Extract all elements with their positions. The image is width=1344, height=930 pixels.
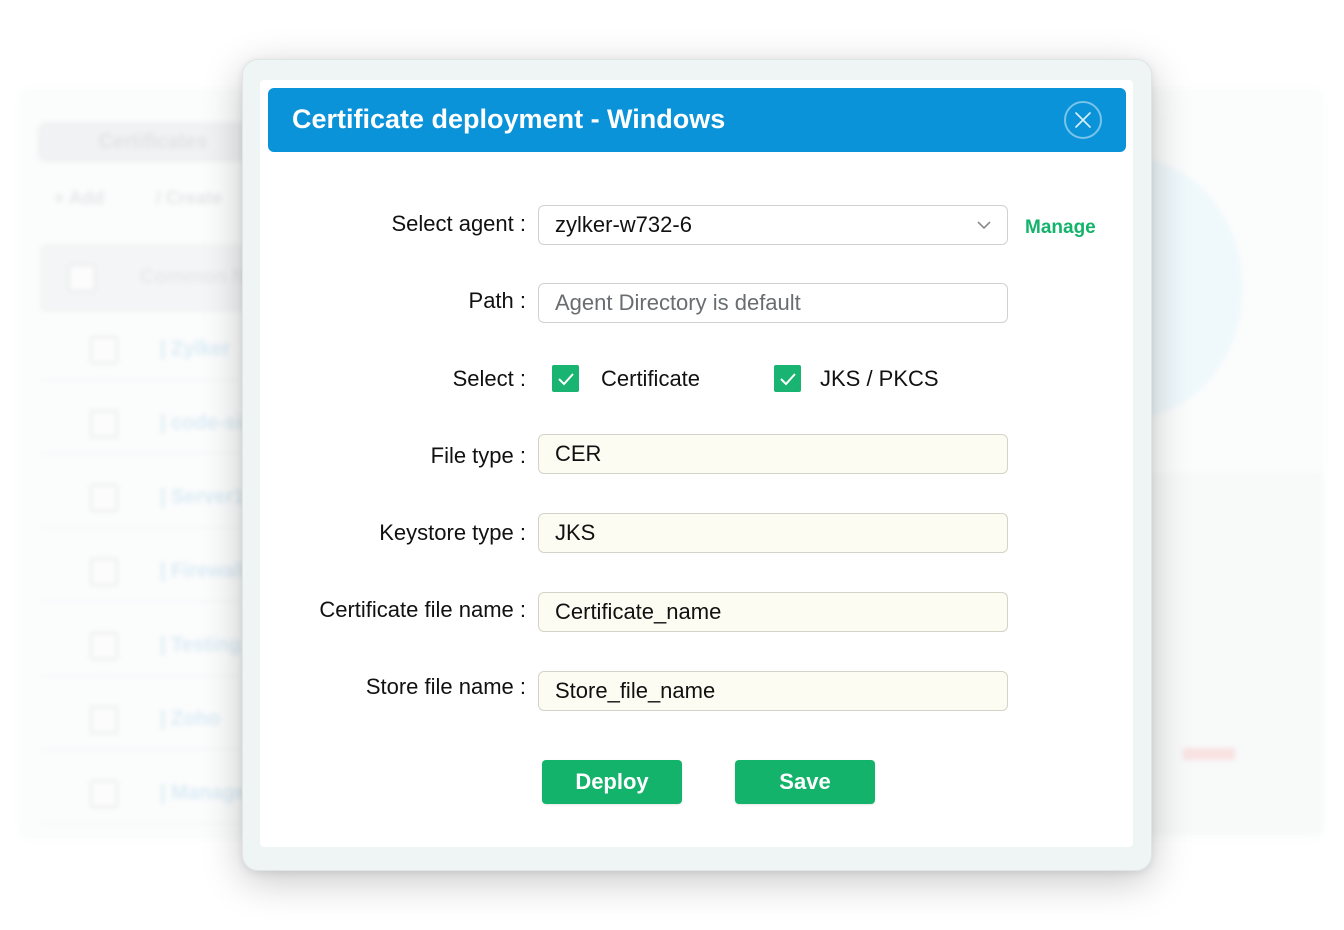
bg-create-button: / Create <box>155 188 222 208</box>
bg-status-bar <box>1183 748 1235 760</box>
bg-add-button: + Add <box>54 188 104 208</box>
keystore-type-input[interactable]: JKS <box>538 513 1008 553</box>
bg-side-card <box>1150 473 1324 833</box>
file-type-input[interactable]: CER <box>538 434 1008 474</box>
jks-pkcs-checkbox[interactable] <box>774 365 801 392</box>
select-label: Select : <box>452 366 526 391</box>
jks-pkcs-checkbox-label: JKS / PKCS <box>820 366 939 391</box>
keystore-type-label: Keystore type : <box>379 520 526 545</box>
path-label: Path : <box>468 288 526 313</box>
bg-header-checkbox <box>68 264 96 292</box>
store-file-name-input[interactable]: Store_file_name <box>538 671 1008 711</box>
manage-link[interactable]: Manage <box>1025 217 1096 239</box>
checkmark-icon <box>557 372 574 385</box>
bg-row-label: | Testing <box>160 634 241 656</box>
modal-header: Certificate deployment - Windows <box>268 88 1126 152</box>
bg-toolbar: + Add / Create <box>54 188 222 209</box>
agent-select-value: zylker-w732-6 <box>555 212 692 237</box>
agent-select[interactable]: zylker-w732-6 <box>538 205 1008 245</box>
bg-row-label: | Firewall <box>160 560 246 582</box>
certificate-file-name-label: Certificate file name : <box>319 597 526 622</box>
bg-row-label: | Zoho <box>160 708 221 730</box>
bg-row-checkbox <box>90 336 118 364</box>
close-icon-glyph <box>1075 112 1091 128</box>
bg-row-checkbox <box>90 484 118 512</box>
bg-header-label: Common N <box>140 266 247 288</box>
save-button[interactable]: Save <box>735 760 875 804</box>
select-agent-label: Select agent : <box>391 211 526 236</box>
certificate-checkbox[interactable] <box>552 365 579 392</box>
chevron-down-icon <box>977 221 991 230</box>
bg-row-checkbox <box>90 632 118 660</box>
certificate-checkbox-label: Certificate <box>601 366 701 391</box>
bg-row-checkbox <box>90 706 118 734</box>
bg-row-checkbox <box>90 780 118 808</box>
store-file-name-label: Store file name : <box>365 674 526 699</box>
path-input[interactable]: Agent Directory is default <box>538 283 1008 323</box>
bg-row-label: | Server1 <box>160 486 245 508</box>
file-type-label: File type : <box>430 443 526 468</box>
deploy-button[interactable]: Deploy <box>542 760 682 804</box>
bg-row-checkbox <box>90 558 118 586</box>
bg-row-label: | Zylker <box>160 338 231 360</box>
close-icon[interactable] <box>1064 101 1102 139</box>
checkmark-icon <box>779 372 796 385</box>
certificate-file-name-input[interactable]: Certificate_name <box>538 592 1008 632</box>
modal-title: Certificate deployment - Windows <box>292 104 726 134</box>
bg-tab-certificates: Certificates <box>38 122 268 162</box>
bg-row-checkbox <box>90 410 118 438</box>
